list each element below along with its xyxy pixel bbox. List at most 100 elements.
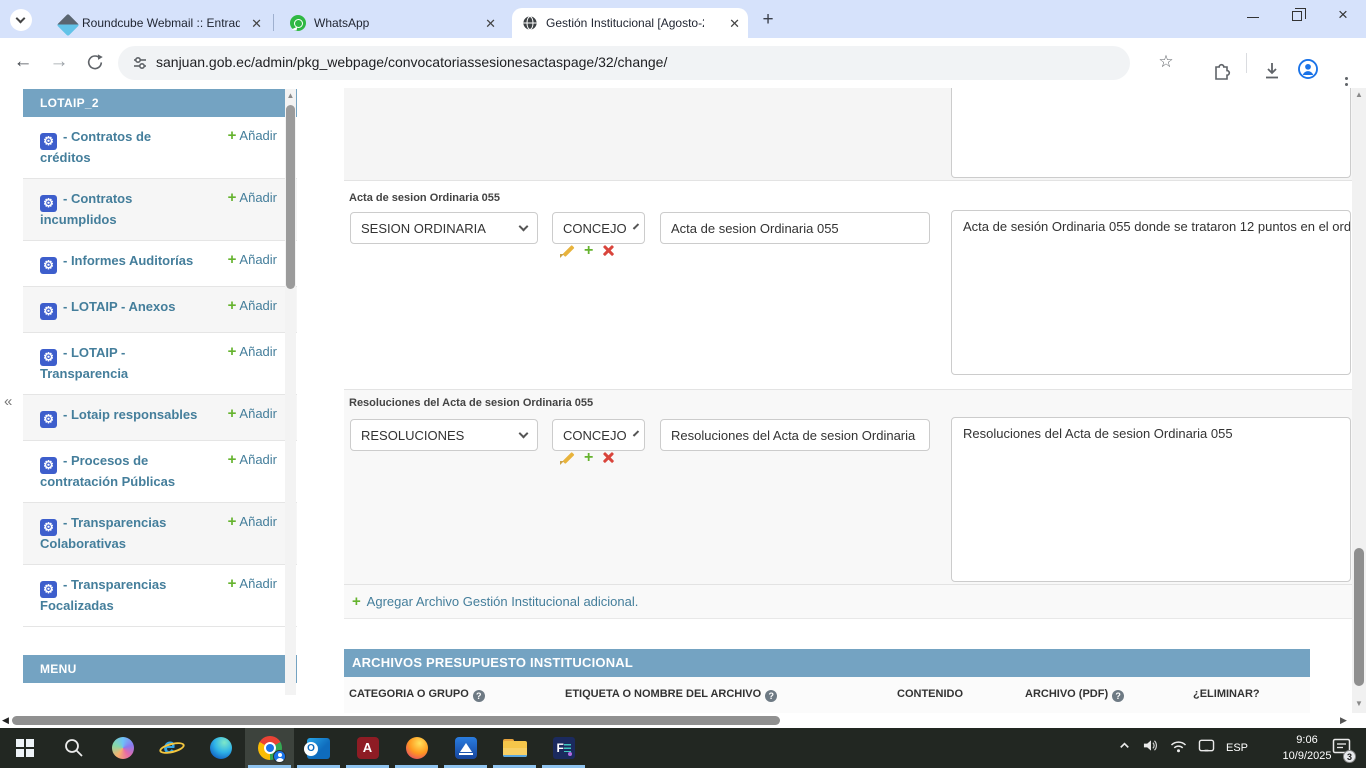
start-button[interactable]: [0, 728, 49, 768]
sidebar-collapse-button[interactable]: «: [4, 393, 12, 410]
add-plus-icon[interactable]: +: [584, 451, 593, 465]
sidebar-item-transparencias-focalizadas[interactable]: ⚙- Transparencias Focalizadas +Añadir: [23, 565, 297, 627]
sidebar-item-lotaip-anexos[interactable]: ⚙- LOTAIP - Anexos +Añadir: [23, 287, 297, 333]
sidebar-scrollbar[interactable]: ▲: [285, 89, 296, 695]
horizontal-scrollbar-thumb[interactable]: [12, 716, 780, 725]
profile-icon[interactable]: [1292, 38, 1324, 88]
add-link[interactable]: +Añadir: [228, 576, 277, 592]
add-link[interactable]: +Añadir: [228, 252, 277, 268]
description-textarea[interactable]: Resoluciones del Acta de sesion Ordinari…: [951, 417, 1351, 582]
sidebar-item-label[interactable]: - Transparencias Colaborativas: [40, 515, 166, 551]
extensions-icon[interactable]: [1206, 38, 1236, 88]
sidebar-item-lotaip-responsables[interactable]: ⚙- Lotaip responsables +Añadir: [23, 395, 297, 441]
sidebar-item-paginas[interactable]: - Páginas +Añadir: [23, 683, 297, 695]
taskbar-copilot-button[interactable]: [98, 728, 147, 768]
add-link[interactable]: +Añadir: [228, 344, 277, 360]
add-link[interactable]: +Añadir: [228, 694, 277, 695]
sidebar-item-label[interactable]: - LOTAIP - Anexos: [63, 299, 175, 314]
taskbar-scanner-button[interactable]: [441, 728, 490, 768]
description-textarea[interactable]: Acta de sesión Ordinaria 055 donde se tr…: [951, 210, 1351, 375]
language-indicator[interactable]: ESP: [1226, 742, 1248, 754]
add-link-label[interactable]: Añadir: [239, 252, 277, 267]
add-link[interactable]: +Añadir: [228, 298, 277, 314]
add-link-label[interactable]: Añadir: [239, 452, 277, 467]
sidebar-item-label[interactable]: - Lotaip responsables: [63, 407, 197, 422]
taskbar-search-button[interactable]: [49, 728, 98, 768]
add-link-label[interactable]: Añadir: [239, 694, 277, 695]
tray-chevron-up-icon[interactable]: [1117, 738, 1132, 758]
bookmark-star-icon[interactable]: ☆: [1150, 38, 1182, 88]
add-link-label[interactable]: Añadir: [239, 128, 277, 143]
browser-menu-icon[interactable]: [1334, 38, 1358, 88]
sidebar-item-label[interactable]: - Procesos de contratación Públicas: [40, 453, 175, 489]
taskbar-outlook-button[interactable]: [294, 728, 343, 768]
edit-pencil-icon[interactable]: [560, 243, 575, 258]
window-minimize-button[interactable]: [1232, 0, 1274, 32]
taskbar-firefox-button[interactable]: [392, 728, 441, 768]
page-scrollbar-vertical[interactable]: ▲ ▼: [1352, 88, 1366, 713]
add-link[interactable]: +Añadir: [228, 128, 277, 144]
sidebar-item-label[interactable]: - Transparencias Focalizadas: [40, 577, 166, 613]
name-input[interactable]: [660, 212, 930, 244]
sidebar-item-procesos-contratacion[interactable]: ⚙- Procesos de contratación Públicas +Añ…: [23, 441, 297, 503]
scroll-up-icon[interactable]: ▲: [285, 91, 296, 100]
new-tab-button[interactable]: +: [758, 9, 778, 31]
add-link[interactable]: +Añadir: [228, 452, 277, 468]
delete-x-icon[interactable]: [602, 451, 615, 464]
tab-close-icon[interactable]: ✕: [485, 16, 496, 32]
window-restore-button[interactable]: [1276, 0, 1318, 32]
add-link-label[interactable]: Añadir: [239, 576, 277, 591]
add-archivo-link[interactable]: Agregar Archivo Gestión Institucional ad…: [367, 594, 639, 609]
scroll-down-icon[interactable]: ▼: [1352, 699, 1366, 708]
taskbar-internet-explorer-button[interactable]: e: [147, 728, 196, 768]
volume-icon[interactable]: [1142, 738, 1159, 758]
window-close-button[interactable]: ×: [1322, 0, 1364, 32]
add-link-label[interactable]: Añadir: [239, 514, 277, 529]
scroll-left-icon[interactable]: ◀: [2, 715, 9, 726]
site-settings-icon[interactable]: [131, 54, 149, 77]
sidebar-item-label[interactable]: - Informes Auditorías: [63, 253, 193, 268]
sidebar-scrollbar-thumb[interactable]: [286, 105, 295, 289]
downloads-icon[interactable]: [1256, 38, 1288, 88]
name-input[interactable]: [660, 419, 930, 451]
wifi-icon[interactable]: [1169, 738, 1188, 758]
tab-gestion-institucional-active[interactable]: Gestión Institucional [Agosto-2 ✕: [512, 8, 748, 38]
session-type-select[interactable]: SESION ORDINARIA: [350, 212, 538, 244]
taskbar-fapp-button[interactable]: F: [539, 728, 588, 768]
scroll-right-icon[interactable]: ▶: [1340, 715, 1347, 726]
scroll-up-icon[interactable]: ▲: [1352, 90, 1366, 99]
sidebar-item-informes-auditorias[interactable]: ⚙- Informes Auditorías +Añadir: [23, 241, 297, 287]
taskbar-chrome-button-active[interactable]: [245, 728, 294, 768]
sidebar-item-lotaip-transparencia[interactable]: ⚙- LOTAIP - Transparencia +Añadir: [23, 333, 297, 395]
description-textarea-partial[interactable]: [951, 88, 1351, 178]
sidebar-item-transparencias-colaborativas[interactable]: ⚙- Transparencias Colaborativas +Añadir: [23, 503, 297, 565]
cast-screen-icon[interactable]: [1198, 738, 1215, 758]
add-link[interactable]: +Añadir: [228, 190, 277, 206]
taskbar-file-explorer-button[interactable]: [490, 728, 539, 768]
tab-search-button[interactable]: [10, 9, 32, 31]
add-link-label[interactable]: Añadir: [239, 190, 277, 205]
sidebar-item-contratos-creditos[interactable]: ⚙- Contratos de créditos +Añadir: [23, 117, 297, 179]
tab-close-icon[interactable]: ✕: [251, 16, 262, 32]
organ-select[interactable]: CONCEJO: [552, 212, 645, 244]
add-link[interactable]: +Añadir: [228, 406, 277, 422]
reload-button[interactable]: [82, 38, 108, 88]
add-plus-icon[interactable]: +: [584, 244, 593, 258]
page-scrollbar-thumb[interactable]: [1354, 548, 1364, 686]
add-link-label[interactable]: Añadir: [239, 298, 277, 313]
add-link[interactable]: +Añadir: [228, 514, 277, 530]
url-bar[interactable]: sanjuan.gob.ec/admin/pkg_webpage/convoca…: [118, 46, 1130, 80]
session-type-select[interactable]: RESOLUCIONES: [350, 419, 538, 451]
add-link-label[interactable]: Añadir: [239, 344, 277, 359]
add-link-label[interactable]: Añadir: [239, 406, 277, 421]
back-button[interactable]: ←: [10, 38, 36, 88]
edit-pencil-icon[interactable]: [560, 450, 575, 465]
add-archivo-row[interactable]: + Agregar Archivo Gestión Institucional …: [344, 585, 1352, 619]
organ-select[interactable]: CONCEJO: [552, 419, 645, 451]
forward-button[interactable]: →: [46, 38, 72, 88]
page-scrollbar-horizontal[interactable]: ◀ ▶: [0, 713, 1366, 728]
tab-whatsapp[interactable]: WhatsApp ✕: [280, 8, 504, 38]
tab-close-icon[interactable]: ✕: [729, 16, 740, 32]
delete-x-icon[interactable]: [602, 244, 615, 257]
taskbar-edge-button[interactable]: [196, 728, 245, 768]
